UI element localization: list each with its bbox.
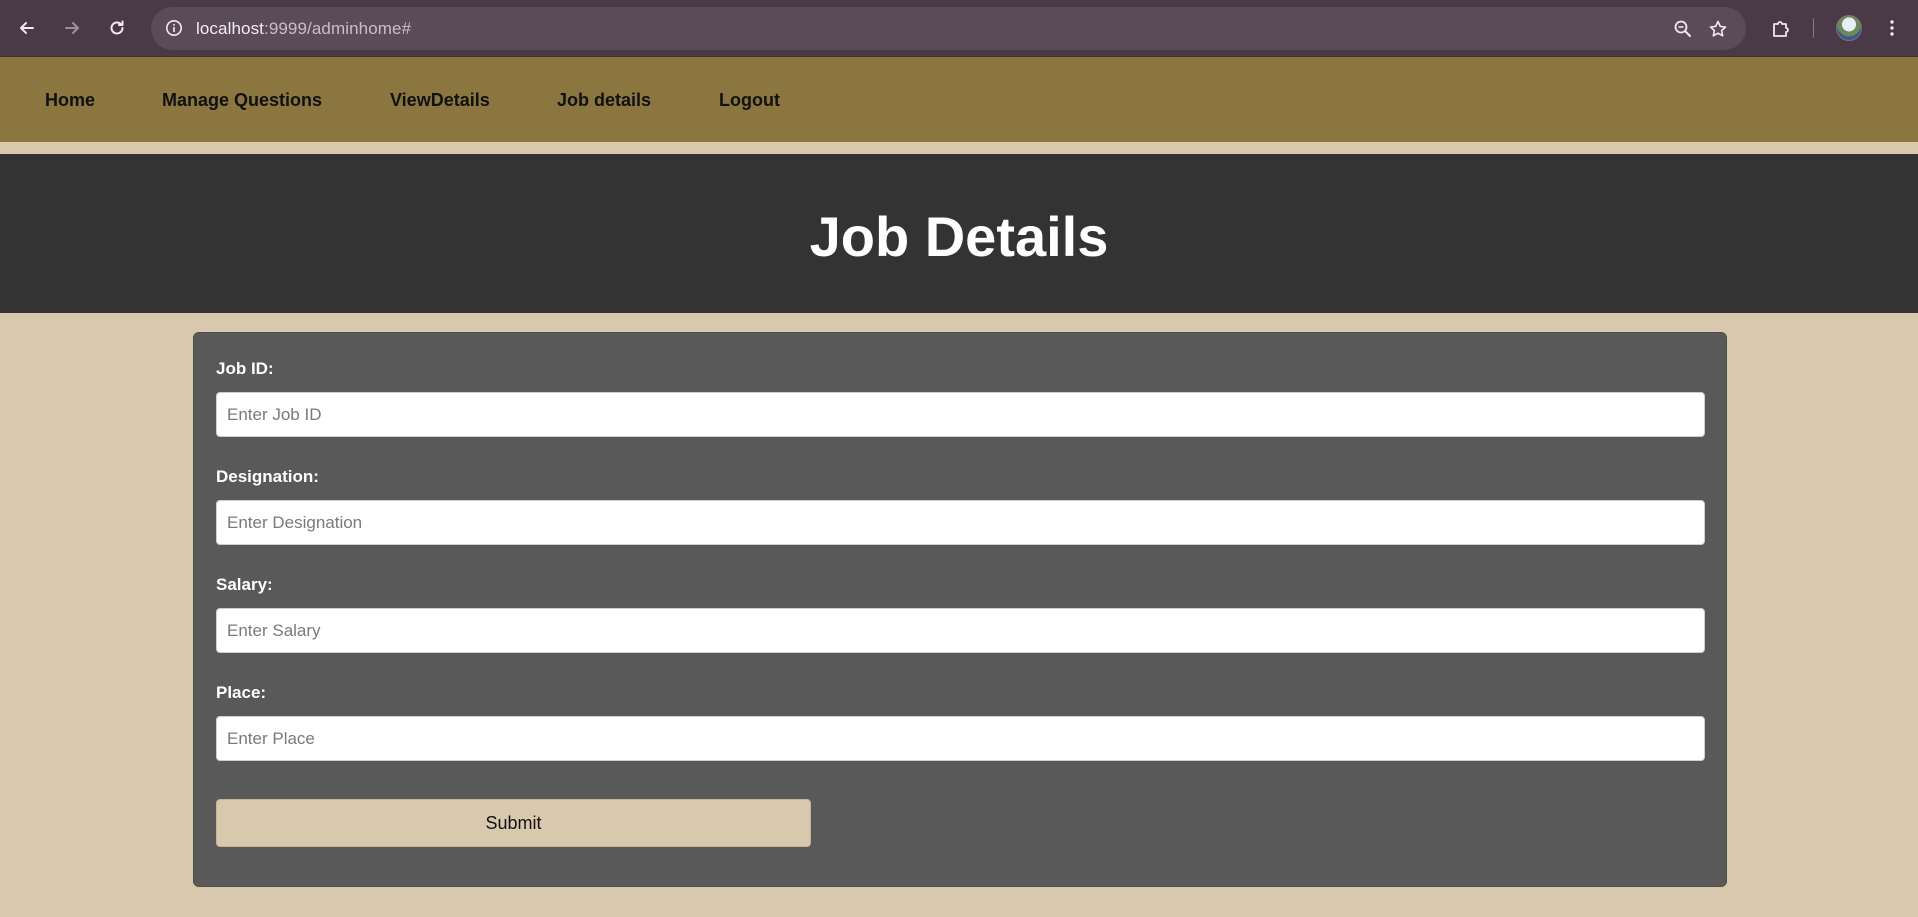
job-id-input[interactable] bbox=[216, 392, 1705, 437]
kebab-menu-icon bbox=[1890, 20, 1894, 36]
url-host: localhost bbox=[196, 19, 264, 38]
address-bar[interactable]: localhost:9999/adminhome# bbox=[151, 7, 1746, 50]
designation-input[interactable] bbox=[216, 500, 1705, 545]
reload-icon bbox=[110, 20, 124, 35]
browser-toolbar: localhost:9999/adminhome# bbox=[0, 0, 1918, 57]
reload-button[interactable] bbox=[103, 14, 131, 42]
url-text[interactable]: localhost:9999/adminhome# bbox=[196, 19, 411, 39]
profile-avatar[interactable] bbox=[1836, 15, 1862, 41]
forward-button[interactable] bbox=[58, 14, 86, 42]
nav-link-logout[interactable]: Logout bbox=[719, 90, 780, 111]
job-details-form: Job ID: Designation: Salary: Place: Subm… bbox=[193, 332, 1727, 887]
page-header: Job Details bbox=[0, 154, 1918, 313]
nav-link-view-details[interactable]: ViewDetails bbox=[390, 90, 490, 111]
place-label: Place: bbox=[216, 683, 267, 702]
salary-input[interactable] bbox=[216, 608, 1705, 653]
nav-link-manage-questions[interactable]: Manage Questions bbox=[162, 90, 322, 111]
designation-label: Designation: bbox=[216, 467, 319, 486]
site-info-icon[interactable] bbox=[163, 17, 185, 39]
nav-link-job-details[interactable]: Job details bbox=[557, 90, 651, 111]
bookmark-star-icon[interactable] bbox=[1707, 18, 1729, 40]
back-arrow-icon bbox=[20, 22, 34, 34]
url-path: :9999/adminhome# bbox=[264, 19, 412, 38]
extensions-button[interactable] bbox=[1767, 14, 1795, 42]
nav-spacer bbox=[0, 142, 1918, 154]
job-id-label: Job ID: bbox=[216, 359, 274, 378]
place-input[interactable] bbox=[216, 716, 1705, 761]
forward-arrow-icon bbox=[65, 22, 79, 34]
salary-label: Salary: bbox=[216, 575, 273, 594]
puzzle-icon bbox=[1773, 21, 1789, 37]
back-button[interactable] bbox=[13, 14, 41, 42]
page-title: Job Details bbox=[809, 205, 1109, 268]
submit-button[interactable]: Submit bbox=[216, 799, 811, 847]
zoom-icon[interactable] bbox=[1672, 18, 1694, 40]
browser-menu-button[interactable] bbox=[1878, 14, 1906, 42]
nav-link-home[interactable]: Home bbox=[45, 90, 95, 111]
site-navbar: Home Manage Questions ViewDetails Job de… bbox=[0, 57, 1918, 142]
toolbar-divider bbox=[1813, 18, 1814, 38]
